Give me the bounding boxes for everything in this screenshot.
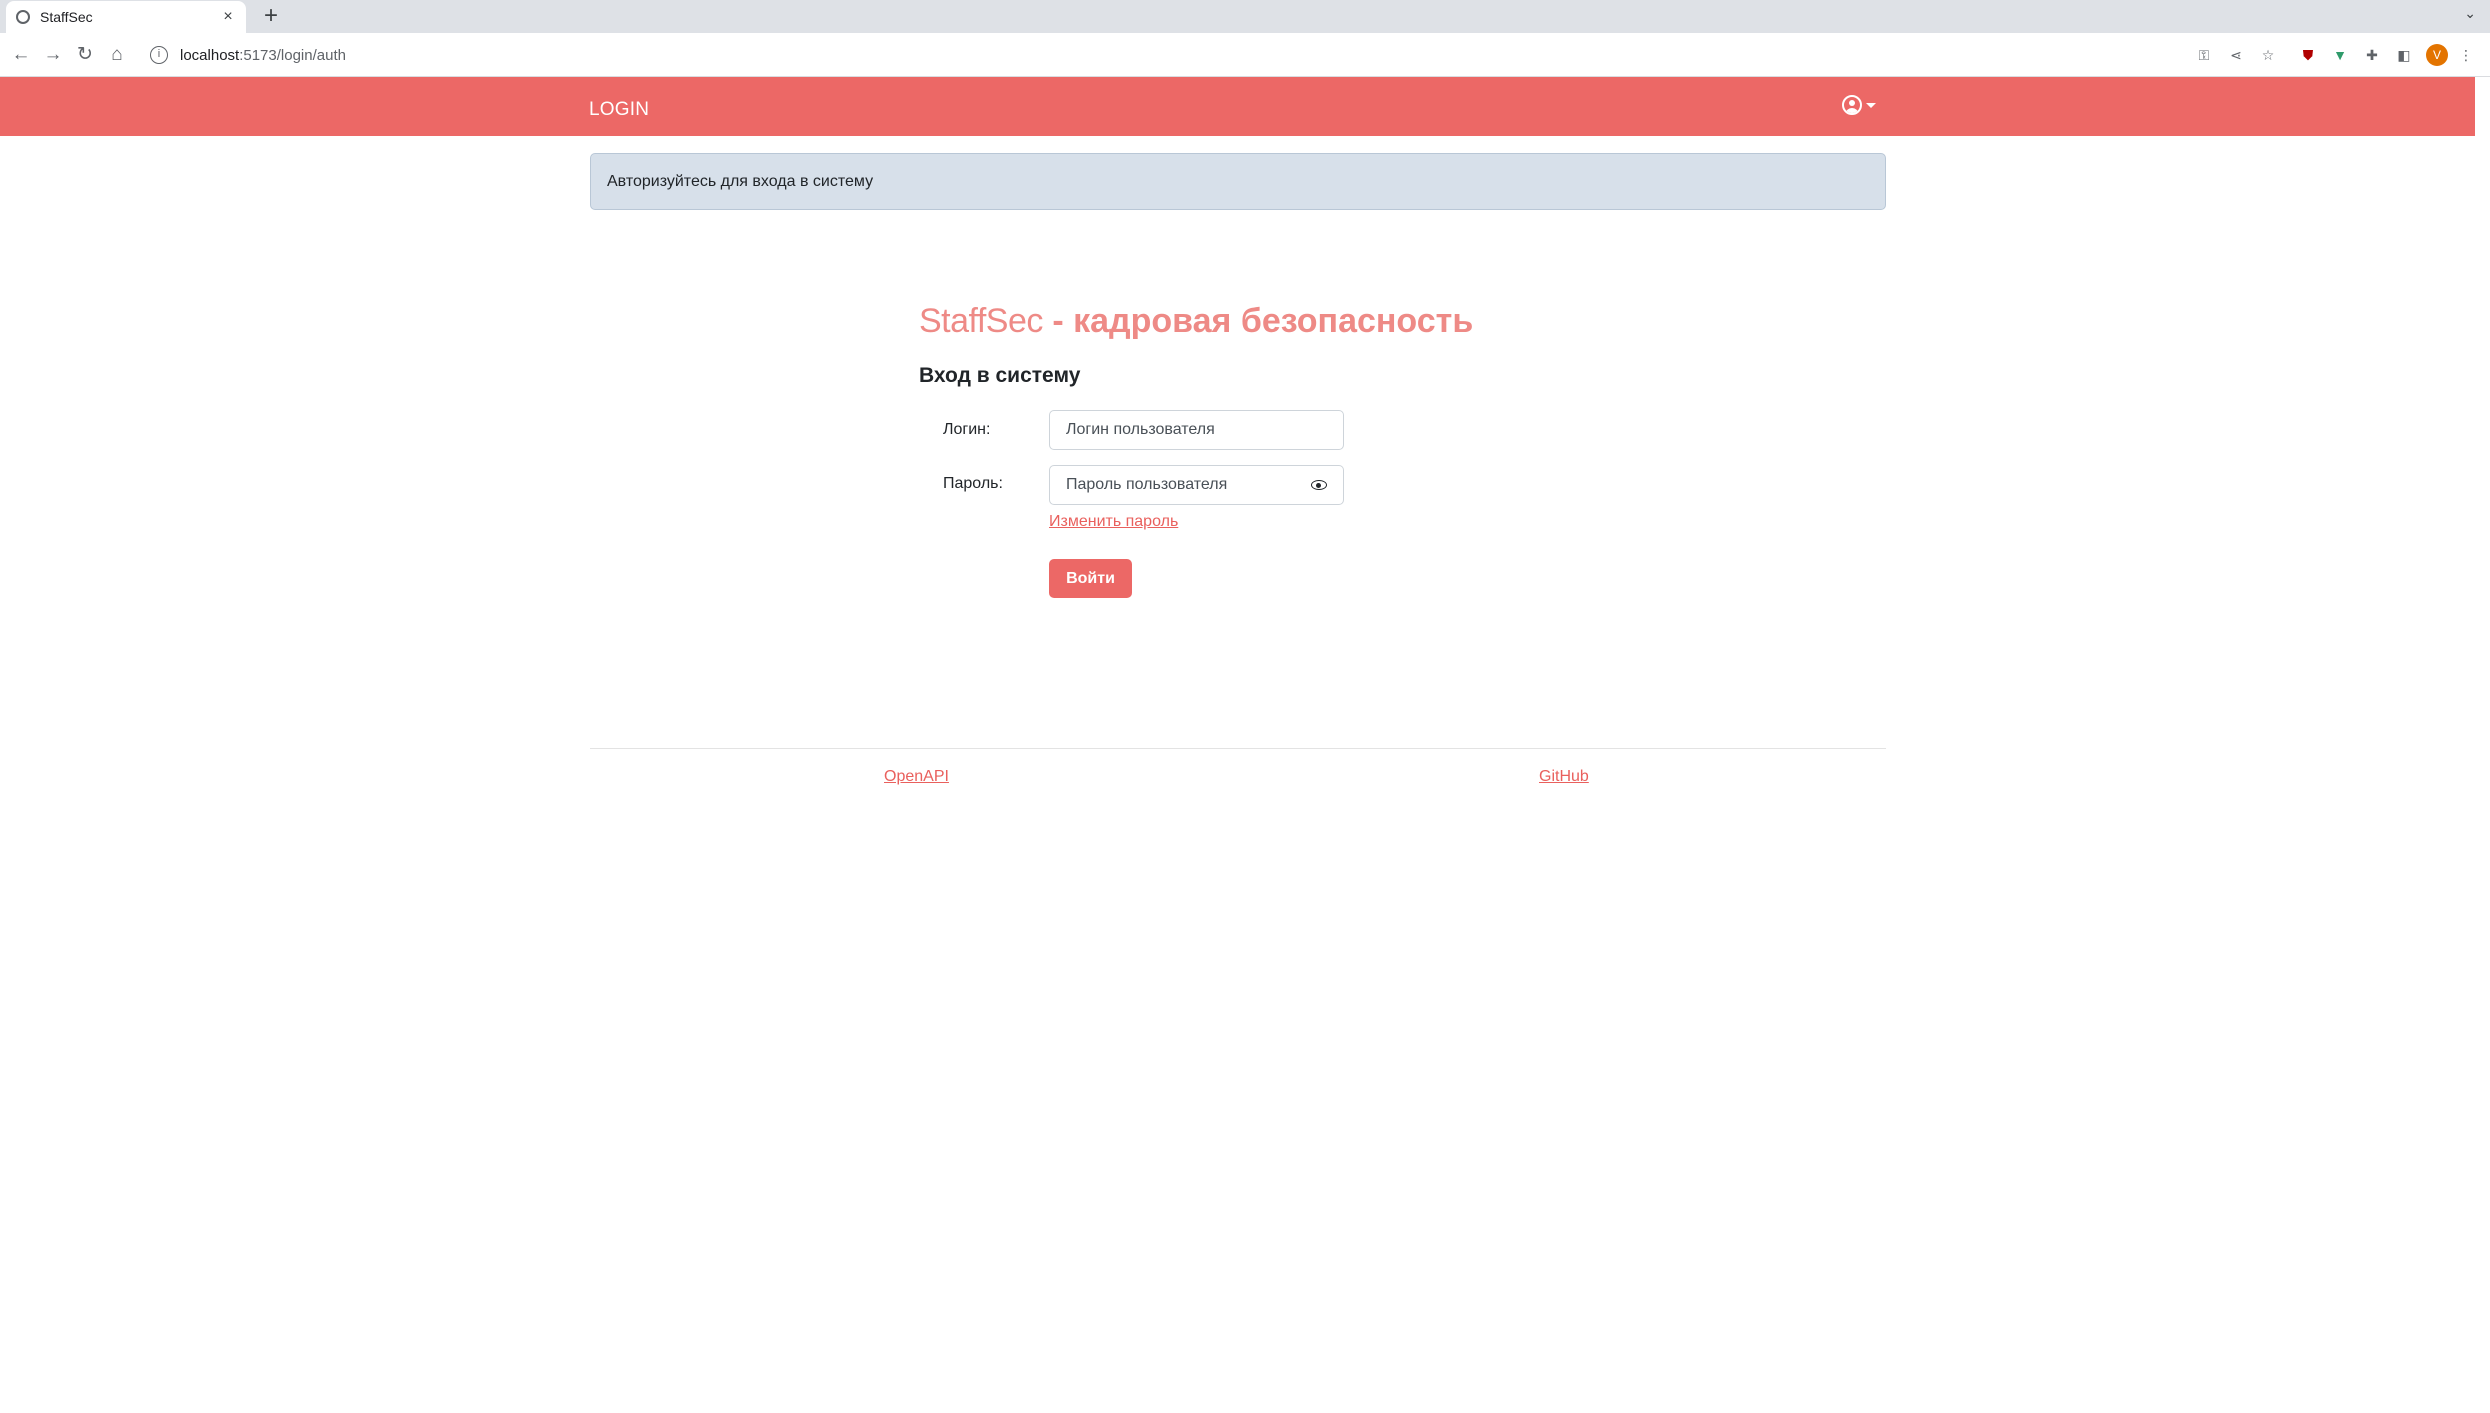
- footer-divider: [590, 748, 1886, 749]
- password-label: Пароль:: [943, 475, 1003, 492]
- tab-search-icon[interactable]: ⌄: [2464, 5, 2476, 22]
- change-password-link[interactable]: Изменить пароль: [1049, 513, 1178, 531]
- address-bar[interactable]: i localhost:5173/login/auth: [140, 39, 2160, 71]
- form-title: Вход в систему: [919, 364, 1081, 387]
- login-input[interactable]: [1049, 410, 1344, 450]
- navbar-brand[interactable]: LOGIN: [589, 99, 649, 121]
- share-icon[interactable]: ⋖: [2226, 45, 2246, 65]
- app-title-brand: StaffSec: [919, 302, 1043, 340]
- forward-icon[interactable]: →: [40, 42, 66, 68]
- new-tab-button[interactable]: +: [258, 3, 284, 29]
- eye-icon: [1311, 480, 1327, 490]
- profile-avatar[interactable]: V: [2426, 44, 2448, 66]
- home-icon[interactable]: ⌂: [104, 42, 130, 68]
- url-host: localhost: [180, 46, 240, 64]
- password-input[interactable]: [1049, 465, 1296, 505]
- app-title: StaffSec - кадровая безопасность: [919, 302, 1473, 341]
- globe-icon: [16, 10, 30, 24]
- ublock-icon[interactable]: ⛊: [2298, 45, 2318, 65]
- browser-tab[interactable]: StaffSec ×: [6, 1, 246, 33]
- side-panel-icon[interactable]: ◧: [2394, 45, 2414, 65]
- app-title-subtitle: - кадровая безопасность: [1042, 302, 1474, 340]
- menu-icon[interactable]: ⋮: [2456, 45, 2476, 65]
- login-button[interactable]: Войти: [1049, 559, 1132, 598]
- github-link[interactable]: GitHub: [1539, 768, 1589, 786]
- caret-down-icon: [1866, 102, 1876, 108]
- key-icon[interactable]: ⚿: [2194, 45, 2214, 65]
- url-path: :5173/login/auth: [239, 46, 346, 64]
- back-icon[interactable]: ←: [8, 42, 34, 68]
- info-icon[interactable]: i: [150, 46, 168, 64]
- toggle-password-visibility-button[interactable]: [1295, 465, 1344, 505]
- browser-toolbar: ← → ↻ ⌂ i localhost:5173/login/auth ⚿ ⋖ …: [0, 33, 2490, 77]
- user-menu-toggle[interactable]: [1842, 95, 1876, 115]
- user-circle-icon: [1842, 95, 1862, 115]
- extensions-icon[interactable]: ✚: [2362, 45, 2382, 65]
- openapi-link[interactable]: OpenAPI: [884, 768, 949, 786]
- app-navbar: LOGIN: [0, 77, 2475, 136]
- tab-close-icon[interactable]: ×: [220, 8, 236, 26]
- login-label: Логин:: [943, 421, 991, 438]
- info-alert: Авторизуйтесь для входа в систему: [590, 153, 1886, 210]
- tab-title: StaffSec: [40, 9, 93, 25]
- browser-tab-strip: StaffSec × + ⌄: [0, 0, 2490, 33]
- vue-devtools-icon[interactable]: ▼: [2330, 45, 2350, 65]
- reload-icon[interactable]: ↻: [72, 42, 98, 68]
- star-icon[interactable]: ☆: [2258, 45, 2278, 65]
